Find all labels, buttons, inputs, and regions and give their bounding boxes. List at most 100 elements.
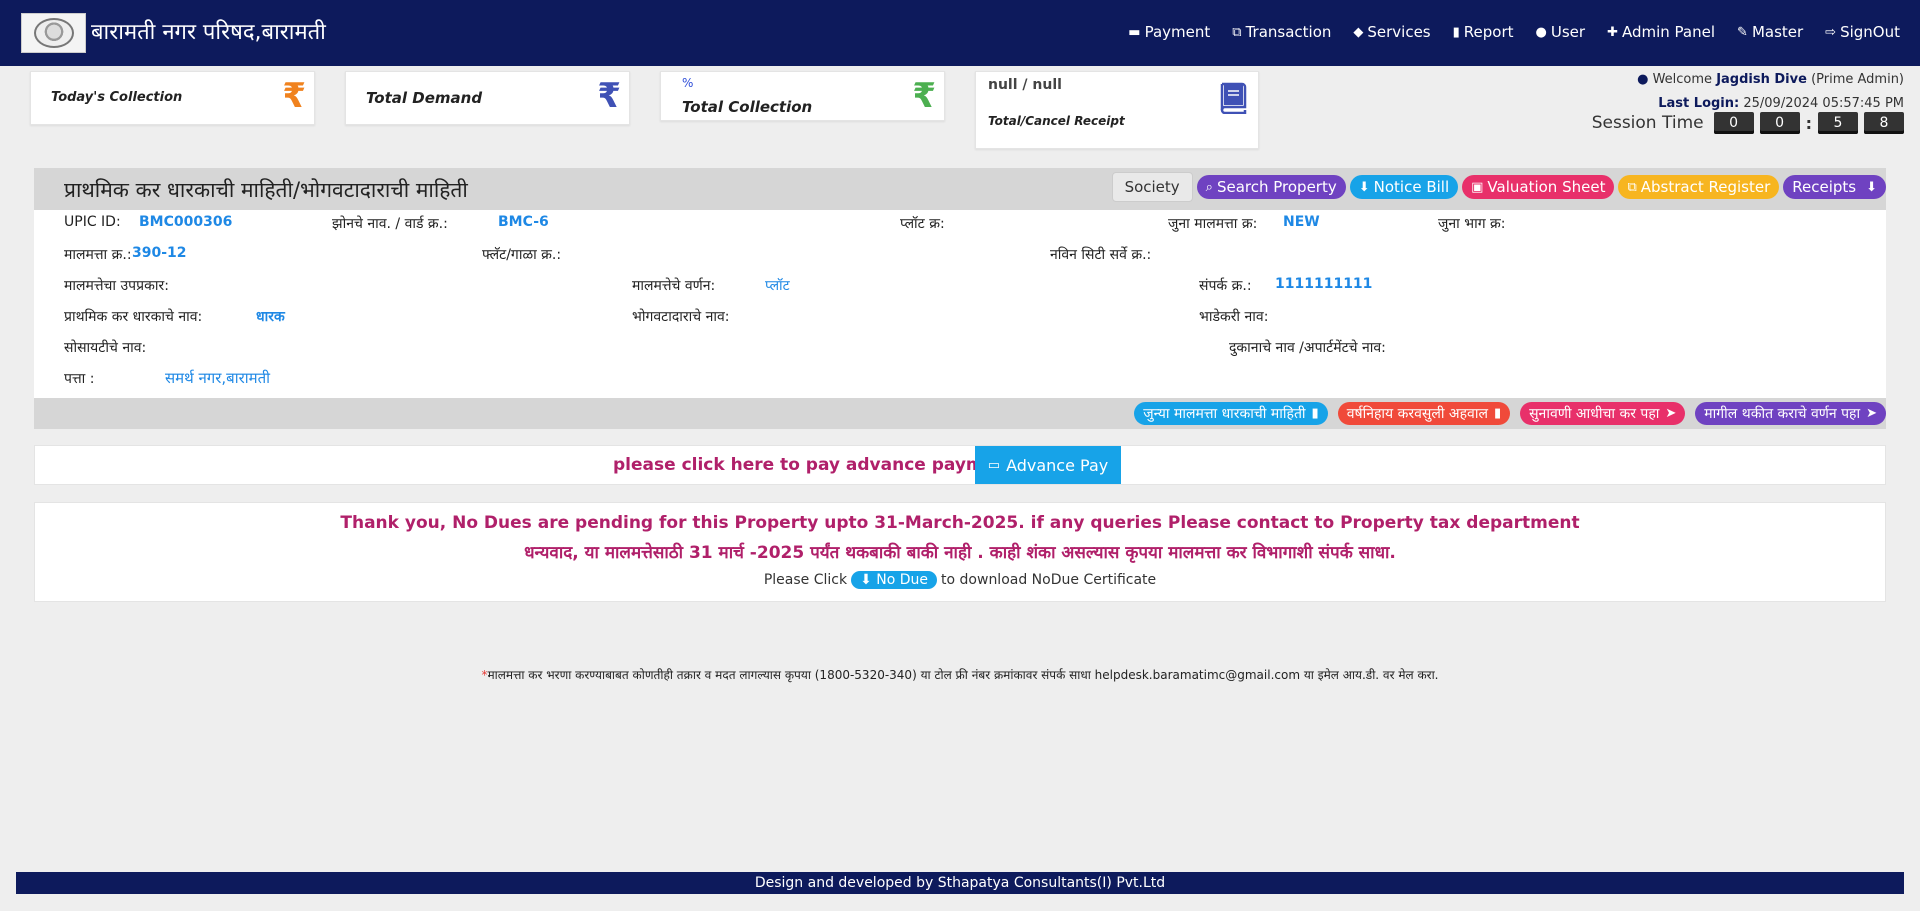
flat-label: फ्लॅट/गाळा क्र.: [482,247,562,263]
zone-value: BMC-6 [498,214,549,230]
advance-pay-button[interactable]: ▭ Advance Pay [975,446,1121,484]
file-icon: ▮ [1311,406,1319,421]
notice-bill-label: Notice Bill [1373,178,1450,196]
no-due-download-line: Please Click ⬇ No Due to download NoDue … [35,571,1885,589]
todays-collection-label: Today's Collection [51,90,183,105]
user-icon: ● [1637,72,1649,87]
arrears-label: मागील थकीत कराचे वर्णन पहा [1704,406,1861,422]
society-button[interactable]: Society [1111,172,1193,202]
municipal-logo[interactable] [21,13,86,53]
footer-actions: जुन्या मालमत्ता धारकाची माहिती ▮ वर्षनिहा… [1134,402,1886,425]
send-icon: ➤ [1665,406,1677,421]
advance-payment-text: please click here to pay advance payment [613,455,1016,475]
download-icon: ⬇ [860,572,872,588]
nav-transaction[interactable]: ⧉ Transaction [1232,23,1331,41]
file-icon: ▮ [1452,24,1460,40]
todays-collection-card: Today's Collection ₹ [30,71,315,125]
old-owner-label: जुन्या मालमत्ता धारकाची माहिती [1143,406,1306,422]
main-nav: ▬ Payment ⧉ Transaction ◆ Services ▮ Report … [1106,23,1900,41]
no-due-prefix: Please Click [763,572,848,588]
no-dues-marathi: धन्यवाद, या मालमत्तेसाठी 31 मार्च -2025 … [524,543,1396,563]
user-plus-icon: ✚ [1607,24,1618,40]
sign-out-icon: ⇨ [1825,24,1837,40]
old-owner-info-button[interactable]: जुन्या मालमत्ता धारकाची माहिती ▮ [1134,402,1328,425]
nav-master[interactable]: ✎ Master [1737,23,1803,41]
panel-actions: Society ⌕ Search Property ⬇ Notice Bill ▣ V… [1111,172,1886,202]
property-no-label: मालमत्ता क्र.: [64,247,132,263]
nav-user[interactable]: ● User [1536,23,1586,41]
edit-icon: ✎ [1737,24,1748,40]
advance-payment-bar: please click here to pay advance payment… [34,445,1886,485]
last-login-label: Last Login: [1658,96,1740,111]
occupant-label: भोगवटादाराचे नाव: [632,309,730,325]
valuation-sheet-label: Valuation Sheet [1487,178,1606,196]
session-digit: 5 [1818,112,1858,134]
top-navbar: बारामती नगर परिषद,बारामती ▬ Payment ⧉ Tran… [0,0,1920,66]
nav-payment[interactable]: ▬ Payment [1128,23,1210,41]
receipt-value: null / null [988,77,1062,93]
old-part-label: जुना भाग क्र: [1438,216,1506,232]
receipts-button[interactable]: Receipts ⬇ [1783,175,1886,199]
no-due-label: No Due [876,572,929,588]
yearly-report-button[interactable]: वर्षनिहाय करवसुली अहवाल ▮ [1337,402,1511,425]
download-icon: ⬇ [1358,179,1370,195]
copy-icon: ⧉ [1627,179,1637,195]
credit-card-icon: ▬ [1128,24,1141,40]
user-icon: ● [1535,24,1547,40]
user-name: Jagdish Dive [1716,72,1807,87]
zone-label: झोनचे नाव. / वार्ड क्र.: [332,216,448,232]
society-name-label: सोसायटीचे नाव: [64,340,147,356]
subtype-label: मालमत्तेचा उपप्रकार: [64,278,169,294]
address-value: समर्थ नगर,बारामती [165,369,271,387]
upic-label: UPIC ID: [64,214,121,230]
rupee-icon: ₹ [282,76,306,116]
address-label: पत्ता : [64,371,95,387]
nav-admin-label: Admin Panel [1621,23,1716,41]
nav-services-label: Services [1367,23,1431,41]
nav-user-label: User [1550,23,1586,41]
search-property-button[interactable]: ⌕ Search Property [1196,175,1346,199]
contact-label: संपर्क क्र.: [1199,278,1252,294]
upic-value: BMC000306 [139,214,233,230]
session-digit: 8 [1864,112,1904,134]
advance-pay-label: Advance Pay [1006,455,1109,475]
session-digit: 0 [1713,112,1754,134]
arrears-detail-button[interactable]: मागील थकीत कराचे वर्णन पहा ➤ [1695,402,1886,425]
notice-bill-button[interactable]: ⬇ Notice Bill [1349,175,1459,199]
pre-hearing-label: सुनावणी आधीचा कर पहा [1529,406,1660,422]
contact-value: 1111111111 [1275,276,1373,292]
nav-master-label: Master [1751,23,1804,41]
last-login: Last Login: 25/09/2024 05:57:45 PM [1658,96,1904,111]
brand-title[interactable]: बारामती नगर परिषद,बारामती [91,16,326,46]
property-panel-header: प्राथमिक कर धारकाची माहिती/भोगवटादाराची … [34,168,1886,210]
rupee-icon: ₹ [912,76,936,116]
save-icon: ▣ [1471,179,1484,195]
last-login-value: 25/09/2024 05:57:45 PM [1743,96,1904,111]
receipt-card: null / null Total/Cancel Receipt [975,71,1259,149]
shop-name-label: दुकानाचे नाव /अपार्टमेंटचे नाव: [1229,340,1386,356]
no-due-button[interactable]: ⬇ No Due [851,571,938,589]
panel-title: प्राथमिक कर धारकाची माहिती/भोगवटादाराची … [64,178,468,202]
city-survey-label: नविन सिटी सर्वे क्र.: [1050,247,1152,263]
nav-admin-panel[interactable]: ✚ Admin Panel [1607,23,1715,41]
holder-value: धारक [256,309,285,325]
user-role: (Prime Admin) [1811,72,1904,87]
valuation-sheet-button[interactable]: ▣ Valuation Sheet [1462,175,1615,199]
nav-report[interactable]: ▮ Report [1453,23,1514,41]
property-panel-footer: जुन्या मालमत्ता धारकाची माहिती ▮ वर्षनिहा… [34,398,1886,429]
welcome-prefix: Welcome [1652,72,1713,87]
send-icon: ➤ [1866,406,1877,421]
nav-payment-label: Payment [1144,23,1211,41]
pre-hearing-tax-button[interactable]: सुनावणी आधीचा कर पहा ➤ [1520,402,1686,425]
nav-signout-label: SignOut [1840,23,1900,41]
abstract-register-label: Abstract Register [1640,178,1771,196]
emblem-icon [33,18,74,48]
nav-signout[interactable]: ⇨ SignOut [1825,23,1900,41]
total-demand-label: Total Demand [366,89,483,107]
yearly-report-label: वर्षनिहाय करवसुली अहवाल [1346,406,1488,422]
abstract-register-button[interactable]: ⧉ Abstract Register [1618,175,1780,199]
search-property-label: Search Property [1216,178,1337,196]
description-label: मालमत्तेचे वर्णन: [632,278,716,294]
nav-services[interactable]: ◆ Services [1353,23,1430,41]
total-demand-card: Total Demand ₹ [345,71,630,125]
